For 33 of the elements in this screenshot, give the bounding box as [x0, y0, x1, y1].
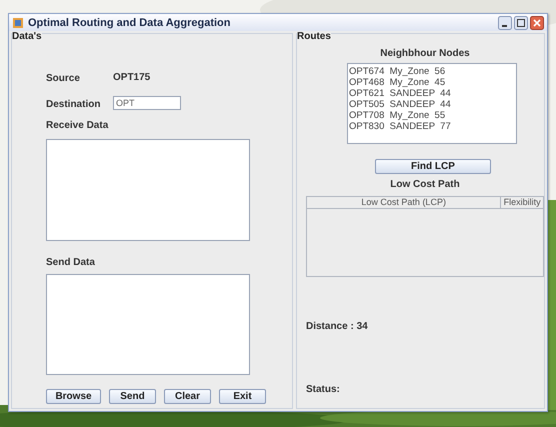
neighbour-list[interactable]: OPT674 My_Zone 56 OPT468 My_Zone 45 OPT621 SANDEEP 44 OPT505 SANDEEP 44 OPT708 My_Zone 55 OPT830 SANDEEP 77 [347, 63, 517, 144]
action-button[interactable]: Browse [46, 389, 101, 404]
find-lcp-button[interactable]: Find LCP [375, 159, 491, 174]
receive-data-label: Receive Data [46, 120, 108, 131]
send-data-label: Send Data [46, 257, 95, 268]
neighbour-item[interactable]: OPT674 My_Zone 56 [349, 66, 515, 77]
destination-label: Destination [46, 99, 100, 110]
action-button[interactable]: Exit [219, 389, 266, 404]
receive-data-area[interactable] [46, 139, 250, 241]
neighbour-item[interactable]: OPT621 SANDEEP 44 [349, 88, 515, 99]
destination-field[interactable]: OPT [113, 96, 181, 110]
low-cost-path-title: Low Cost Path [390, 179, 460, 190]
distance-label: Distance : 34 [306, 321, 368, 332]
close-button[interactable] [530, 16, 544, 30]
source-label: Source [46, 73, 80, 84]
send-data-area[interactable] [46, 274, 250, 375]
source-value: OPT175 [113, 72, 150, 82]
minimize-button[interactable] [498, 16, 512, 30]
action-button[interactable]: Send [109, 389, 156, 404]
app-icon [12, 16, 24, 28]
column-header[interactable]: Low Cost Path (LCP) [307, 197, 502, 208]
status-label: Status: [306, 384, 340, 395]
neighbour-nodes-title: Neighbhour Nodes [380, 48, 470, 59]
action-button[interactable]: Clear [164, 389, 211, 404]
window-title: Optimal Routing and Data Aggregation [28, 16, 230, 28]
panel-title: Routes [297, 31, 331, 42]
column-header[interactable]: Flexibility [501, 197, 543, 208]
maximize-button[interactable] [514, 16, 528, 30]
panel-title: Data's [12, 31, 42, 42]
neighbour-item[interactable]: OPT708 My_Zone 55 [349, 110, 515, 121]
neighbour-item[interactable]: OPT468 My_Zone 45 [349, 77, 515, 88]
neighbour-item[interactable]: OPT505 SANDEEP 44 [349, 99, 515, 110]
neighbour-item[interactable]: OPT830 SANDEEP 77 [349, 121, 515, 132]
